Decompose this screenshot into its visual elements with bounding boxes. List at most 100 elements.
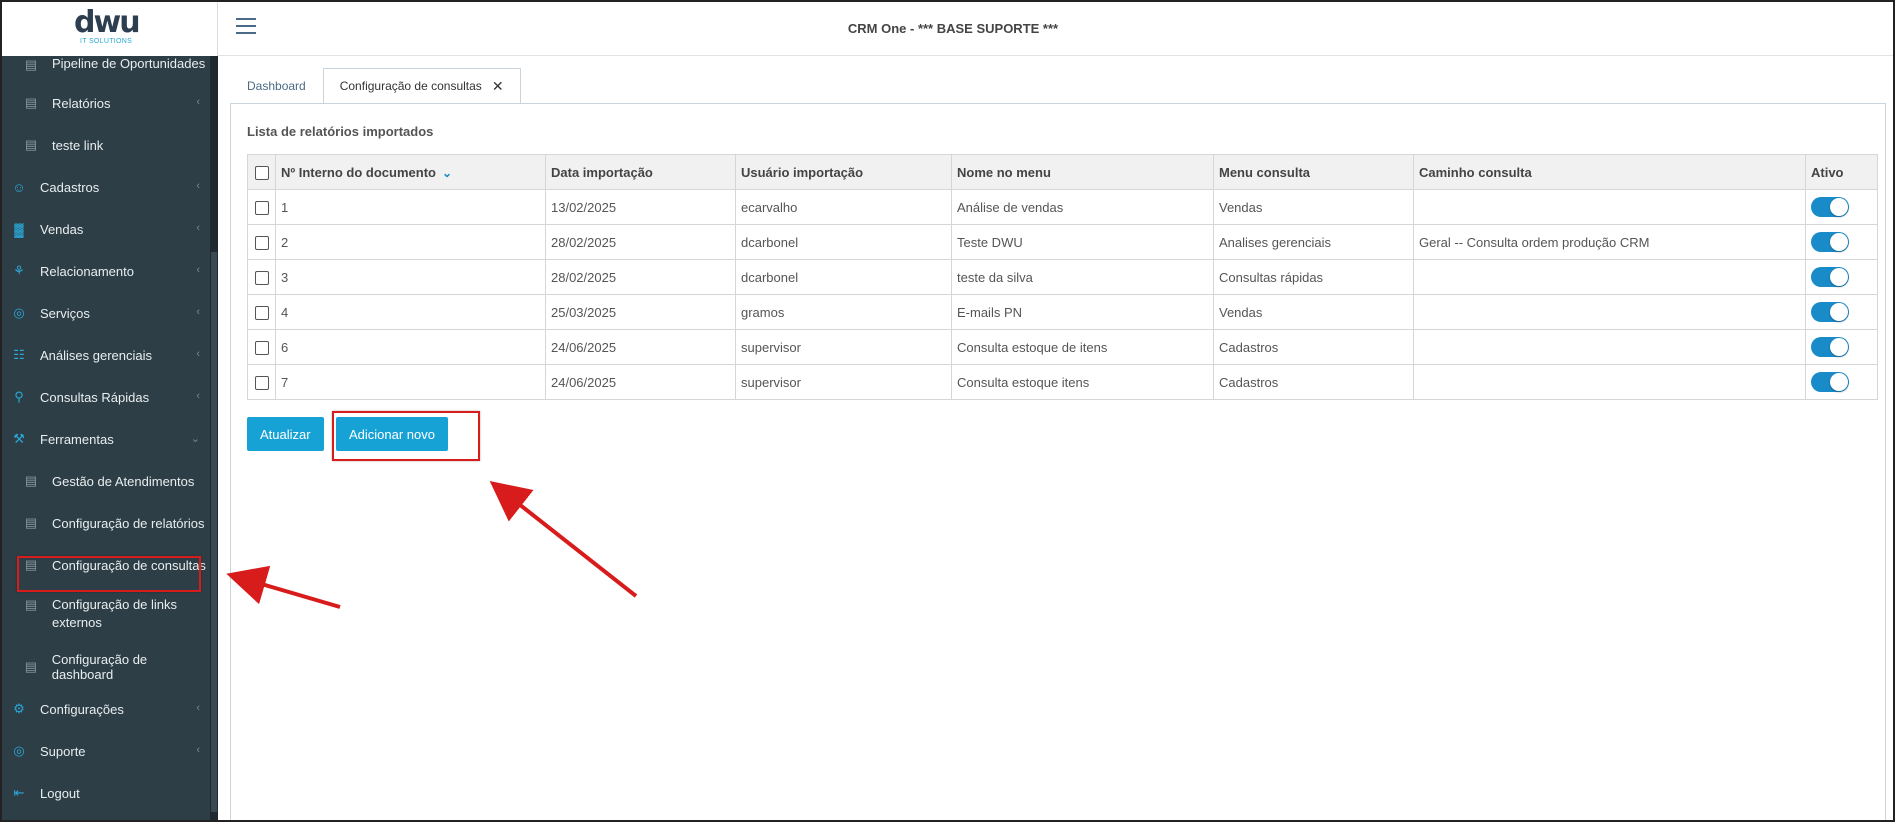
toggle-knob	[1830, 198, 1848, 216]
cell-id: 7	[275, 364, 546, 400]
cell-id: 2	[275, 224, 546, 260]
table-row[interactable]: 2 28/02/2025 dcarbonel Teste DWU Analises ge…	[247, 224, 1878, 260]
table-row[interactable]: 1 13/02/2025 ecarvalho Análise de vendas Ven…	[247, 189, 1878, 225]
active-toggle[interactable]	[1811, 372, 1849, 392]
refresh-button[interactable]: Atualizar	[247, 417, 324, 451]
sidebar: dwu IT SOLUTIONS ▤ Pipeline de Oportunida…	[2, 2, 218, 820]
cell-id: 4	[275, 294, 546, 330]
active-toggle[interactable]	[1811, 302, 1849, 322]
cell-path	[1413, 364, 1806, 400]
sidebar-item-label: Vendas	[40, 221, 84, 237]
sidebar-item-pipeline-de-oportunidades[interactable]: ▤ Pipeline de Oportunidades	[2, 56, 210, 82]
sidebar-item-cadastros[interactable]: ☺ Cadastros ‹	[2, 166, 210, 208]
reports-table: Nº Interno do documento ⌄ Data importação…	[247, 154, 1878, 400]
chevron-down-icon: ⌄	[190, 433, 200, 445]
row-checkbox[interactable]	[254, 305, 269, 320]
sidebar-item-label: Ferramentas	[40, 431, 114, 447]
sidebar-item-logout[interactable]: ⇤ Logout	[2, 772, 210, 814]
sidebar-item-label: Serviços	[40, 305, 90, 321]
select-all-cell	[247, 154, 276, 190]
sidebar-item-relacionamento[interactable]: ⚘ Relacionamento ‹	[2, 250, 210, 292]
cell-active	[1805, 224, 1878, 260]
logo-mark: dwu	[74, 5, 141, 40]
table-row[interactable]: 4 25/03/2025 gramos E-mails PN Vendas	[247, 294, 1878, 330]
cell-user: supervisor	[735, 364, 952, 400]
row-checkbox[interactable]	[254, 375, 269, 390]
column-header-active[interactable]: Ativo	[1805, 154, 1878, 190]
sidebar-item-label: Configuração de links externos	[52, 597, 178, 630]
column-header-date[interactable]: Data importação	[545, 154, 736, 190]
wrench-icon: ⚒	[13, 431, 25, 446]
active-toggle[interactable]	[1811, 267, 1849, 287]
tab-label: Dashboard	[247, 79, 306, 93]
cell-menu: Cadastros	[1213, 329, 1414, 365]
column-header-menu[interactable]: Menu consulta	[1213, 154, 1414, 190]
sidebar-item-teste-link[interactable]: ▤ teste link	[2, 124, 210, 166]
select-all-checkbox[interactable]	[254, 165, 269, 180]
sidebar-item-servi-os[interactable]: ◎ Serviços ‹	[2, 292, 210, 334]
column-header-user[interactable]: Usuário importação	[735, 154, 952, 190]
row-checkbox[interactable]	[254, 340, 269, 355]
logout-icon: ⇤	[13, 785, 25, 800]
cell-name: Teste DWU	[951, 224, 1214, 260]
sidebar-item-gest-o-de-atendimentos[interactable]: ▤ Gestão de Atendimentos	[2, 460, 210, 502]
tab-bar: Dashboard Configuração de consultas ✕	[230, 68, 521, 104]
active-toggle[interactable]	[1811, 232, 1849, 252]
tab-dashboard[interactable]: Dashboard	[230, 68, 323, 104]
column-header-path[interactable]: Caminho consulta	[1413, 154, 1806, 190]
sidebar-item-relat-rios[interactable]: ▤ Relatórios ‹	[2, 82, 210, 124]
sidebar-item-label: Suporte	[40, 743, 86, 759]
sidebar-item-label: Relacionamento	[40, 263, 134, 279]
sidebar-item-vendas[interactable]: ▓ Vendas ‹	[2, 208, 210, 250]
sidebar-item-an-lises-gerenciais[interactable]: ☷ Análises gerenciais ‹	[2, 334, 210, 376]
toggle-knob	[1830, 373, 1848, 391]
cell-menu: Analises gerenciais	[1213, 224, 1414, 260]
search-icon: ⚲	[14, 389, 24, 404]
sidebar-item-configura-o-de-links-externos[interactable]: ▤ Configuração de links externos	[2, 586, 210, 646]
cell-id: 6	[275, 329, 546, 365]
sort-chevron-icon[interactable]: ⌄	[442, 166, 452, 180]
cell-path	[1413, 189, 1806, 225]
sidebar-item-configura-es[interactable]: ⚙ Configurações ‹	[2, 688, 210, 730]
cell-path	[1413, 329, 1806, 365]
cell-active	[1805, 294, 1878, 330]
tab-configuracao-consultas[interactable]: Configuração de consultas ✕	[322, 68, 521, 104]
chevron-left-icon: ‹	[196, 348, 200, 360]
sidebar-menu: ▤ Pipeline de Oportunidades ▤ Relatórios ‹ ▤ t…	[2, 56, 210, 814]
column-header-id[interactable]: Nº Interno do documento ⌄	[275, 154, 546, 190]
book-icon: ▤	[24, 597, 38, 612]
cell-user: dcarbonel	[735, 224, 952, 260]
row-checkbox[interactable]	[254, 235, 269, 250]
handshake-icon: ⚘	[13, 263, 25, 278]
sidebar-item-configura-o-de-relat-rios[interactable]: ▤ Configuração de relatórios	[2, 502, 210, 544]
cell-id: 3	[275, 259, 546, 295]
sidebar-item-configura-o-de-dashboard[interactable]: ▤ Configuração de dashboard	[2, 646, 210, 688]
logo-subtitle: IT SOLUTIONS	[80, 38, 133, 45]
sidebar-item-suporte[interactable]: ◎ Suporte ‹	[2, 730, 210, 772]
cell-name: Análise de vendas	[951, 189, 1214, 225]
cell-date: 24/06/2025	[545, 329, 736, 365]
table-row[interactable]: 3 28/02/2025 dcarbonel teste da silva Consul…	[247, 259, 1878, 295]
chevron-left-icon: ‹	[196, 390, 200, 402]
user-icon: ☺	[12, 179, 26, 195]
active-toggle[interactable]	[1811, 337, 1849, 357]
toggle-knob	[1830, 338, 1848, 356]
row-checkbox[interactable]	[254, 200, 269, 215]
row-select-cell	[247, 259, 276, 295]
chevron-left-icon: ‹	[196, 264, 200, 276]
column-header-name[interactable]: Nome no menu	[951, 154, 1214, 190]
logo[interactable]: dwu IT SOLUTIONS	[2, 2, 218, 56]
table-row[interactable]: 6 24/06/2025 supervisor Consulta estoque de…	[247, 329, 1878, 365]
screenshot-frame: dwu IT SOLUTIONS ▤ Pipeline de Oportunida…	[0, 0, 1895, 822]
sidebar-item-label: Pipeline de Oportunidades	[52, 56, 206, 71]
sidebar-item-consultas-r-pidas[interactable]: ⚲ Consultas Rápidas ‹	[2, 376, 210, 418]
sidebar-item-ferramentas[interactable]: ⚒ Ferramentas ⌄	[2, 418, 210, 460]
row-checkbox[interactable]	[254, 270, 269, 285]
table-row[interactable]: 7 24/06/2025 supervisor Consulta estoque it…	[247, 364, 1878, 400]
sidebar-scrollbar-thumb[interactable]	[211, 252, 217, 812]
cell-menu: Cadastros	[1213, 364, 1414, 400]
report-icon: ☷	[13, 347, 25, 362]
sidebar-item-label: Logout	[40, 785, 80, 801]
active-toggle[interactable]	[1811, 197, 1849, 217]
close-tab-icon[interactable]: ✕	[492, 78, 504, 95]
